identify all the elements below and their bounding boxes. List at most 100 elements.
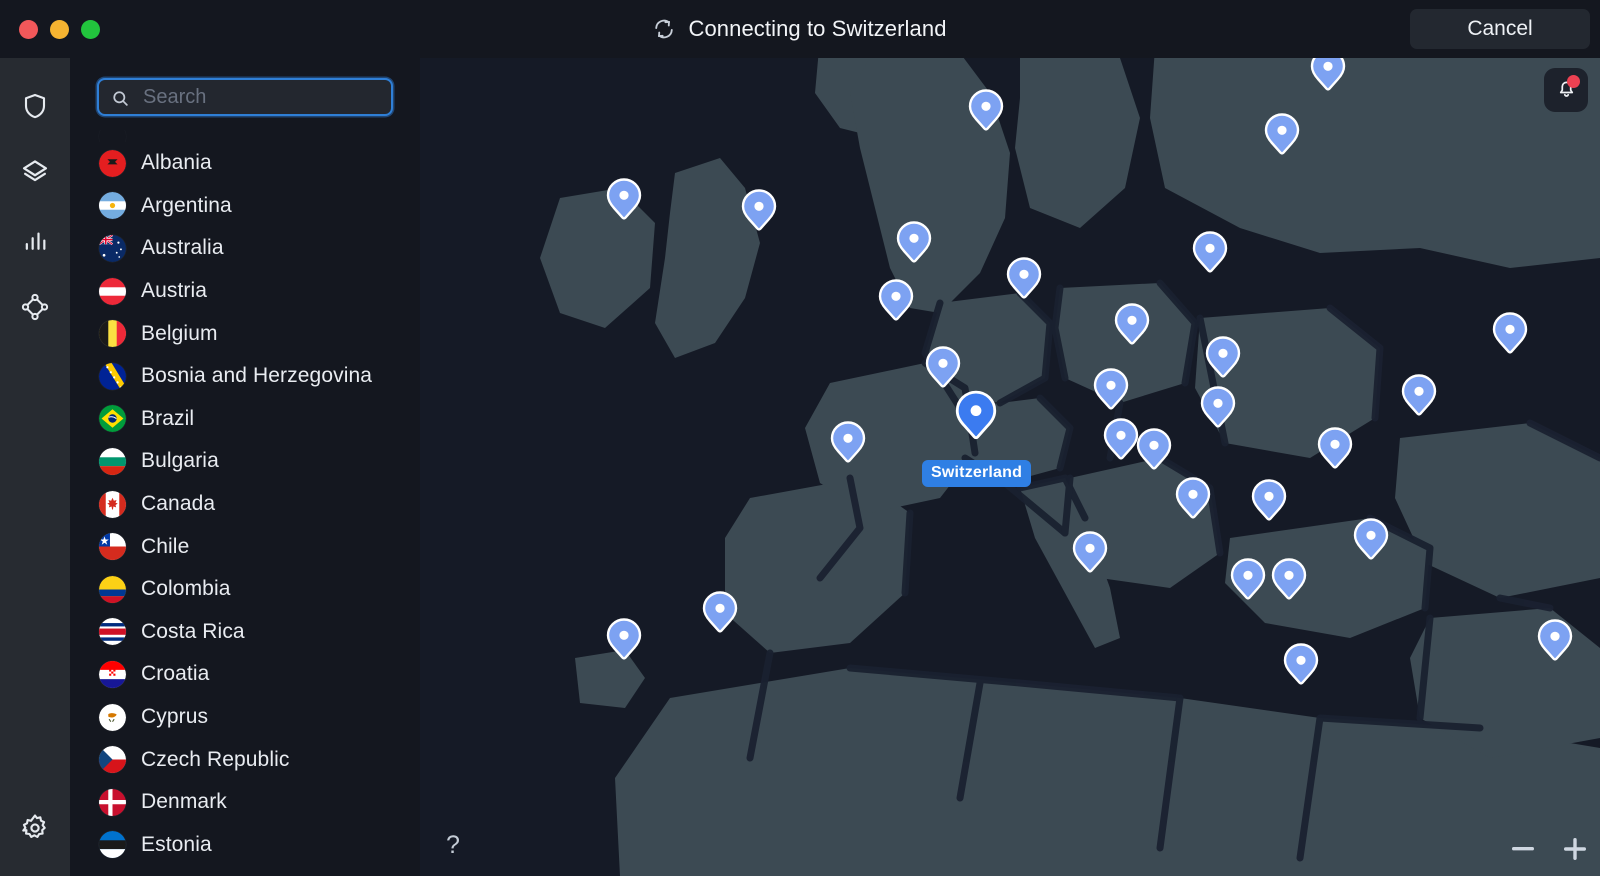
- flag-icon: [99, 447, 126, 475]
- map-pin[interactable]: [1225, 556, 1271, 614]
- flag-icon: [99, 192, 126, 220]
- map-pin[interactable]: [1195, 384, 1241, 442]
- sidebar-item-settings[interactable]: [9, 802, 61, 854]
- list-item-label: Canada: [141, 492, 216, 516]
- list-item-label: Estonia: [141, 832, 212, 856]
- help-button[interactable]: ?: [436, 828, 470, 862]
- search-container: [97, 78, 393, 116]
- map-pin[interactable]: [1067, 529, 1113, 587]
- flag-icon: [99, 788, 126, 816]
- minus-icon: [1512, 847, 1534, 851]
- map-pin[interactable]: [891, 219, 937, 277]
- flag-icon: [99, 234, 126, 262]
- flag-icon: [99, 362, 126, 390]
- sidebar-item-vpn[interactable]: [9, 80, 61, 132]
- list-item[interactable]: Argentina: [70, 185, 420, 228]
- country-list-panel: Albania Argentina Australia Austria Belgium B…: [70, 58, 420, 876]
- list-item[interactable]: Bulgaria: [70, 440, 420, 483]
- notifications-button[interactable]: [1544, 68, 1588, 112]
- list-item[interactable]: Austria: [70, 270, 420, 313]
- left-icon-rail: [0, 58, 70, 876]
- list-item[interactable]: Costa Rica: [70, 611, 420, 654]
- list-item[interactable]: Belgium: [70, 312, 420, 355]
- list-item[interactable]: Colombia: [70, 568, 420, 611]
- map-pin[interactable]: [1305, 58, 1351, 105]
- flag-icon: [99, 746, 126, 774]
- search-box[interactable]: [97, 78, 393, 116]
- list-item[interactable]: Croatia: [70, 653, 420, 696]
- flag-icon: [99, 405, 126, 433]
- layers-icon: [19, 157, 51, 189]
- list-item[interactable]: Estonia: [70, 824, 420, 867]
- list-item[interactable]: Chile: [70, 525, 420, 568]
- cancel-button[interactable]: Cancel: [1410, 9, 1590, 49]
- map-pin[interactable]: [1266, 556, 1312, 614]
- world-map[interactable]: Switzerland ?: [420, 58, 1600, 876]
- map-pin[interactable]: [1246, 477, 1292, 535]
- list-item[interactable]: Albania: [70, 142, 420, 185]
- map-pin[interactable]: [1109, 301, 1155, 359]
- list-item-label: Cyprus: [141, 705, 209, 729]
- list-item-label: Belgium: [141, 321, 218, 345]
- map-pin-selected[interactable]: [949, 388, 1003, 456]
- map-pin[interactable]: [1348, 516, 1394, 574]
- flag-icon: [99, 320, 126, 348]
- sync-icon: [653, 18, 675, 40]
- list-item-label: Costa Rica: [141, 619, 245, 643]
- map-pin[interactable]: [825, 419, 871, 477]
- minimize-window-button[interactable]: [50, 20, 69, 39]
- list-item-label: Chile: [141, 534, 190, 558]
- zoom-in-button[interactable]: [1560, 834, 1590, 864]
- list-item[interactable]: Brazil: [70, 398, 420, 441]
- map-pin[interactable]: [873, 277, 919, 335]
- map-pin[interactable]: [1532, 617, 1578, 675]
- map-pin[interactable]: [1259, 111, 1305, 169]
- flag-icon: [99, 490, 126, 518]
- sidebar-item-layers[interactable]: [9, 147, 61, 199]
- flag-icon: [99, 703, 126, 731]
- map-pin[interactable]: [736, 187, 782, 245]
- zoom-out-button[interactable]: [1508, 834, 1538, 864]
- map-pin[interactable]: [601, 616, 647, 674]
- map-pin[interactable]: [1170, 475, 1216, 533]
- list-item-label: Denmark: [141, 790, 227, 814]
- flag-icon: [99, 533, 126, 561]
- map-pin[interactable]: [1396, 372, 1442, 430]
- page-title: Connecting to Switzerland: [688, 16, 947, 41]
- search-input[interactable]: [143, 80, 383, 114]
- map-pin[interactable]: [1278, 641, 1324, 699]
- flag-icon: [99, 575, 126, 603]
- map-pin[interactable]: [697, 589, 743, 647]
- country-list[interactable]: Albania Argentina Australia Austria Belgium B…: [70, 130, 420, 876]
- map-pin[interactable]: [963, 87, 1009, 145]
- title-bar: Connecting to Switzerland Cancel: [0, 0, 1600, 58]
- traffic-light-controls: [19, 20, 100, 39]
- list-item-label: Austria: [141, 279, 208, 303]
- shield-icon: [20, 91, 50, 121]
- sidebar-item-statistics[interactable]: [9, 214, 61, 266]
- flag-icon: [99, 660, 126, 688]
- close-window-button[interactable]: [19, 20, 38, 39]
- flag-icon: [99, 130, 126, 142]
- list-item-partial[interactable]: [70, 130, 420, 142]
- list-item-label: Bulgaria: [141, 449, 219, 473]
- list-item[interactable]: Canada: [70, 483, 420, 526]
- list-item-label: Albania: [141, 151, 212, 175]
- gear-icon: [19, 812, 51, 844]
- map-pin[interactable]: [601, 176, 647, 234]
- list-item[interactable]: Denmark: [70, 781, 420, 824]
- sidebar-item-network[interactable]: [9, 281, 61, 333]
- list-item[interactable]: Cyprus: [70, 696, 420, 739]
- map-pin[interactable]: [1487, 310, 1533, 368]
- list-item[interactable]: Australia: [70, 227, 420, 270]
- map-pin[interactable]: [1187, 229, 1233, 287]
- list-item[interactable]: Bosnia and Herzegovina: [70, 355, 420, 398]
- list-item[interactable]: Czech Republic: [70, 738, 420, 781]
- map-pin[interactable]: [1001, 255, 1047, 313]
- window-title-group: Connecting to Switzerland: [0, 0, 1600, 58]
- list-item-label: Australia: [141, 236, 224, 260]
- map-pin[interactable]: [1312, 425, 1358, 483]
- list-item-label: Argentina: [141, 193, 232, 217]
- maximize-window-button[interactable]: [81, 20, 100, 39]
- plus-icon: [1564, 838, 1586, 860]
